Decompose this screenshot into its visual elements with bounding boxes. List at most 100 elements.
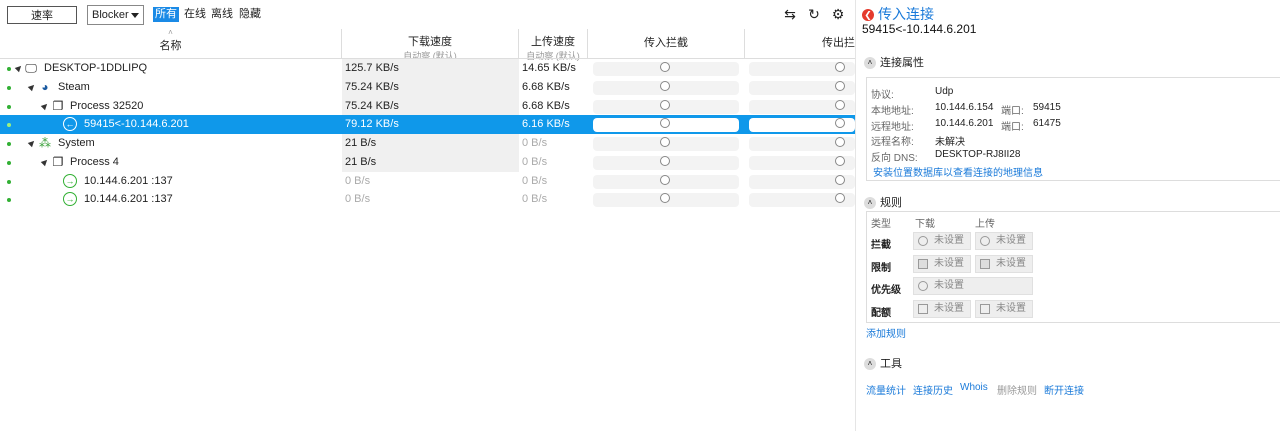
row-download: 79.12 KB/s <box>345 118 399 130</box>
rule-limit-up-label: 未设置 <box>996 258 1026 269</box>
status-dot <box>7 67 11 71</box>
rules-col-up: 上传 <box>975 219 995 230</box>
remote-name-value: 未解决 <box>935 137 965 148</box>
out-block-toggle[interactable] <box>835 100 845 110</box>
collapse-icon[interactable]: ˄ <box>864 358 876 371</box>
rules-col-down: 下载 <box>915 219 935 230</box>
row-download: 75.24 KB/s <box>342 97 519 116</box>
in-block-toggle[interactable] <box>660 175 670 185</box>
quota-icon <box>980 304 990 314</box>
rule-block-up[interactable]: 未设置 <box>975 232 1033 250</box>
section-properties[interactable]: ˄ 连接属性 <box>864 54 924 70</box>
tree-row-process-32520[interactable]: ❐ Process 32520 75.24 KB/s 6.68 KB/s <box>0 97 855 116</box>
connections-list: 速率 Blocker 所有 在线 离线 隐藏 ⇆ ↻ ⚙ ˄ 名称 下载速度 自… <box>0 0 855 431</box>
expand-icon[interactable] <box>40 157 50 167</box>
geo-database-link[interactable]: 安装位置数据库以查看连接的地理信息 <box>873 164 1043 179</box>
out-block-toggle[interactable] <box>835 81 845 91</box>
column-out-block[interactable]: 传出拦 <box>745 29 855 58</box>
swap-icon[interactable]: ⇆ <box>782 6 798 22</box>
rate-button[interactable]: 速率 <box>7 6 77 24</box>
tree-row-desktop[interactable]: 🖵 DESKTOP-1DDLIPQ 125.7 KB/s 14.65 KB/s <box>0 59 855 78</box>
status-dot <box>7 180 11 184</box>
section-tools[interactable]: ˄ 工具 <box>864 355 902 371</box>
collapse-icon[interactable]: ˄ <box>864 197 876 210</box>
column-out-block-label: 传出拦 <box>822 37 855 49</box>
square-icon <box>980 259 990 269</box>
out-block-toggle[interactable] <box>835 62 845 72</box>
filter-select[interactable]: Blocker <box>87 5 144 25</box>
rule-limit-down[interactable]: 未设置 <box>913 255 971 273</box>
gear-icon[interactable]: ⚙ <box>830 6 846 22</box>
tree-row-connection-137-a[interactable]: → 10.144.6.201 :137 0 B/s 0 B/s <box>0 172 855 191</box>
rule-limit-up[interactable]: 未设置 <box>975 255 1033 273</box>
row-upload: 6.16 KB/s <box>522 118 570 130</box>
expand-icon[interactable] <box>27 82 37 92</box>
in-block-toggle[interactable] <box>660 62 670 72</box>
remote-address-value: 10.144.6.201 <box>935 118 994 129</box>
expand-icon[interactable] <box>27 138 37 148</box>
out-block-toggle[interactable] <box>835 137 845 147</box>
panel-title: ❮ 传入连接 <box>862 4 934 24</box>
row-name: Steam <box>58 81 90 93</box>
rule-quota-down-label: 未设置 <box>934 303 964 314</box>
expand-icon[interactable] <box>40 101 50 111</box>
section-rules-label: 规则 <box>880 197 902 209</box>
local-address-value: 10.144.6.154 <box>935 102 994 113</box>
in-block-toggle[interactable] <box>660 137 670 147</box>
out-block-toggle[interactable] <box>835 193 845 203</box>
rule-block-up-label: 未设置 <box>996 235 1026 246</box>
tool-traffic-stats[interactable]: 流量统计 <box>866 382 906 397</box>
tree-row-steam[interactable]: ◕ Steam 75.24 KB/s 6.68 KB/s <box>0 78 855 97</box>
rule-priority[interactable]: 未设置 <box>913 277 1033 295</box>
circle-icon <box>918 236 928 246</box>
in-block-toggle[interactable] <box>660 118 670 128</box>
status-dot <box>7 123 11 127</box>
out-block-toggle[interactable] <box>835 118 845 128</box>
rules-col-type: 类型 <box>871 219 891 230</box>
expand-icon[interactable] <box>14 63 24 73</box>
column-in-block[interactable]: 传入拦截 <box>588 29 745 58</box>
row-name: Process 4 <box>70 156 119 168</box>
tool-whois[interactable]: Whois <box>960 382 988 393</box>
rule-priority-label: 未设置 <box>934 280 964 291</box>
refresh-icon[interactable]: ↻ <box>806 6 822 22</box>
collapse-icon[interactable]: ˄ <box>864 57 876 70</box>
local-address-key: 本地地址: <box>871 106 914 117</box>
rule-block-down[interactable]: 未设置 <box>913 232 971 250</box>
column-download[interactable]: 下载速度 自动察 (默认) <box>342 29 519 61</box>
remote-name-key: 远程名称: <box>871 137 914 148</box>
panel-subtitle: 59415<-10.144.6.201 <box>862 22 977 36</box>
filter-online[interactable]: 在线 <box>182 7 208 22</box>
tree-row-process-4[interactable]: ❐ Process 4 21 B/s 0 B/s <box>0 153 855 172</box>
rule-quota-up[interactable]: 未设置 <box>975 300 1033 318</box>
rule-label-block: 拦截 <box>871 240 891 251</box>
in-block-toggle[interactable] <box>660 193 670 203</box>
circle-icon <box>980 236 990 246</box>
filter-offline[interactable]: 离线 <box>209 7 235 22</box>
filter-all[interactable]: 所有 <box>153 7 179 22</box>
add-rule-link[interactable]: 添加规则 <box>866 325 906 340</box>
square-icon <box>918 259 928 269</box>
rule-limit-down-label: 未设置 <box>934 258 964 269</box>
rule-quota-down[interactable]: 未设置 <box>913 300 971 318</box>
tool-connection-history[interactable]: 连接历史 <box>913 382 953 397</box>
tree-row-connection-selected[interactable]: ← 59415<-10.144.6.201 79.12 KB/s 6.16 KB… <box>0 115 855 134</box>
section-rules[interactable]: ˄ 规则 <box>864 194 902 210</box>
in-block-toggle[interactable] <box>660 156 670 166</box>
in-block-toggle[interactable] <box>660 100 670 110</box>
row-name: System <box>58 137 95 149</box>
back-icon[interactable]: ❮ <box>862 9 874 22</box>
tree-row-connection-137-b[interactable]: → 10.144.6.201 :137 0 B/s 0 B/s <box>0 190 855 209</box>
tree-row-system[interactable]: ⁂ System 21 B/s 0 B/s <box>0 134 855 153</box>
rule-label-quota: 配额 <box>871 308 891 319</box>
column-upload[interactable]: 上传速度 自动察 (默认) <box>519 29 588 61</box>
in-block-toggle[interactable] <box>660 81 670 91</box>
local-port-key: 端口: <box>1001 106 1024 117</box>
column-name[interactable]: ˄ 名称 <box>0 29 342 58</box>
out-block-toggle[interactable] <box>835 156 845 166</box>
row-download: 0 B/s <box>345 193 371 205</box>
out-block-toggle[interactable] <box>835 175 845 185</box>
filter-hidden[interactable]: 隐藏 <box>237 7 263 22</box>
tool-disconnect[interactable]: 断开连接 <box>1044 382 1084 397</box>
tool-delete-rules[interactable]: 删除规则 <box>997 382 1037 397</box>
